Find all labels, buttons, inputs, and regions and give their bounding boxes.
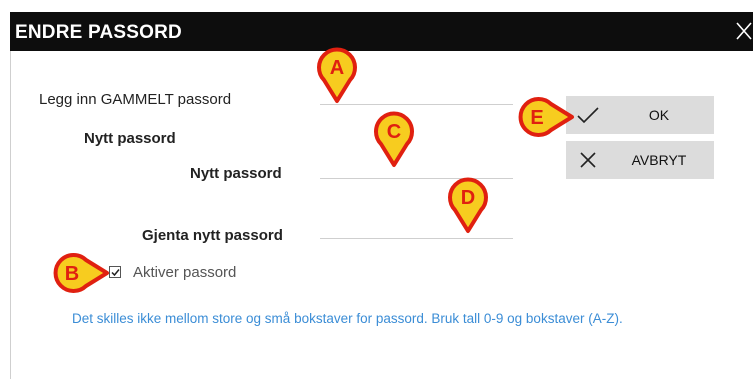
svg-text:B: B [65,263,79,285]
svg-text:D: D [461,187,475,209]
cancel-button[interactable]: AVBRYT [566,141,714,179]
ok-button-label: OK [648,107,670,123]
callout-c: C [372,108,416,168]
svg-text:C: C [387,121,401,143]
ok-button[interactable]: OK [566,96,714,134]
new-password-heading: Nytt passord [84,130,176,147]
svg-text:E: E [530,107,543,129]
title-bar: ENDRE PASSORD [10,12,753,51]
enable-password-label: Aktiver passord [133,264,237,281]
close-icon[interactable] [735,20,753,42]
svg-text:A: A [330,57,344,79]
old-password-label: Legg inn GAMMELT passord [39,91,232,108]
repeat-password-label: Gjenta nytt passord [142,227,283,244]
callout-a: A [315,44,359,104]
callout-b: B [50,251,110,295]
callout-d: D [446,174,490,234]
enable-password-checkbox[interactable] [109,266,121,278]
callout-e: E [515,95,575,139]
dialog-title: ENDRE PASSORD [15,22,182,43]
new-password-label: Nytt passord [190,165,282,182]
password-info-text: Det skilles ikke mellom store og små bok… [72,311,623,326]
cancel-button-label: AVBRYT [631,152,687,168]
window-left-border [10,51,11,379]
